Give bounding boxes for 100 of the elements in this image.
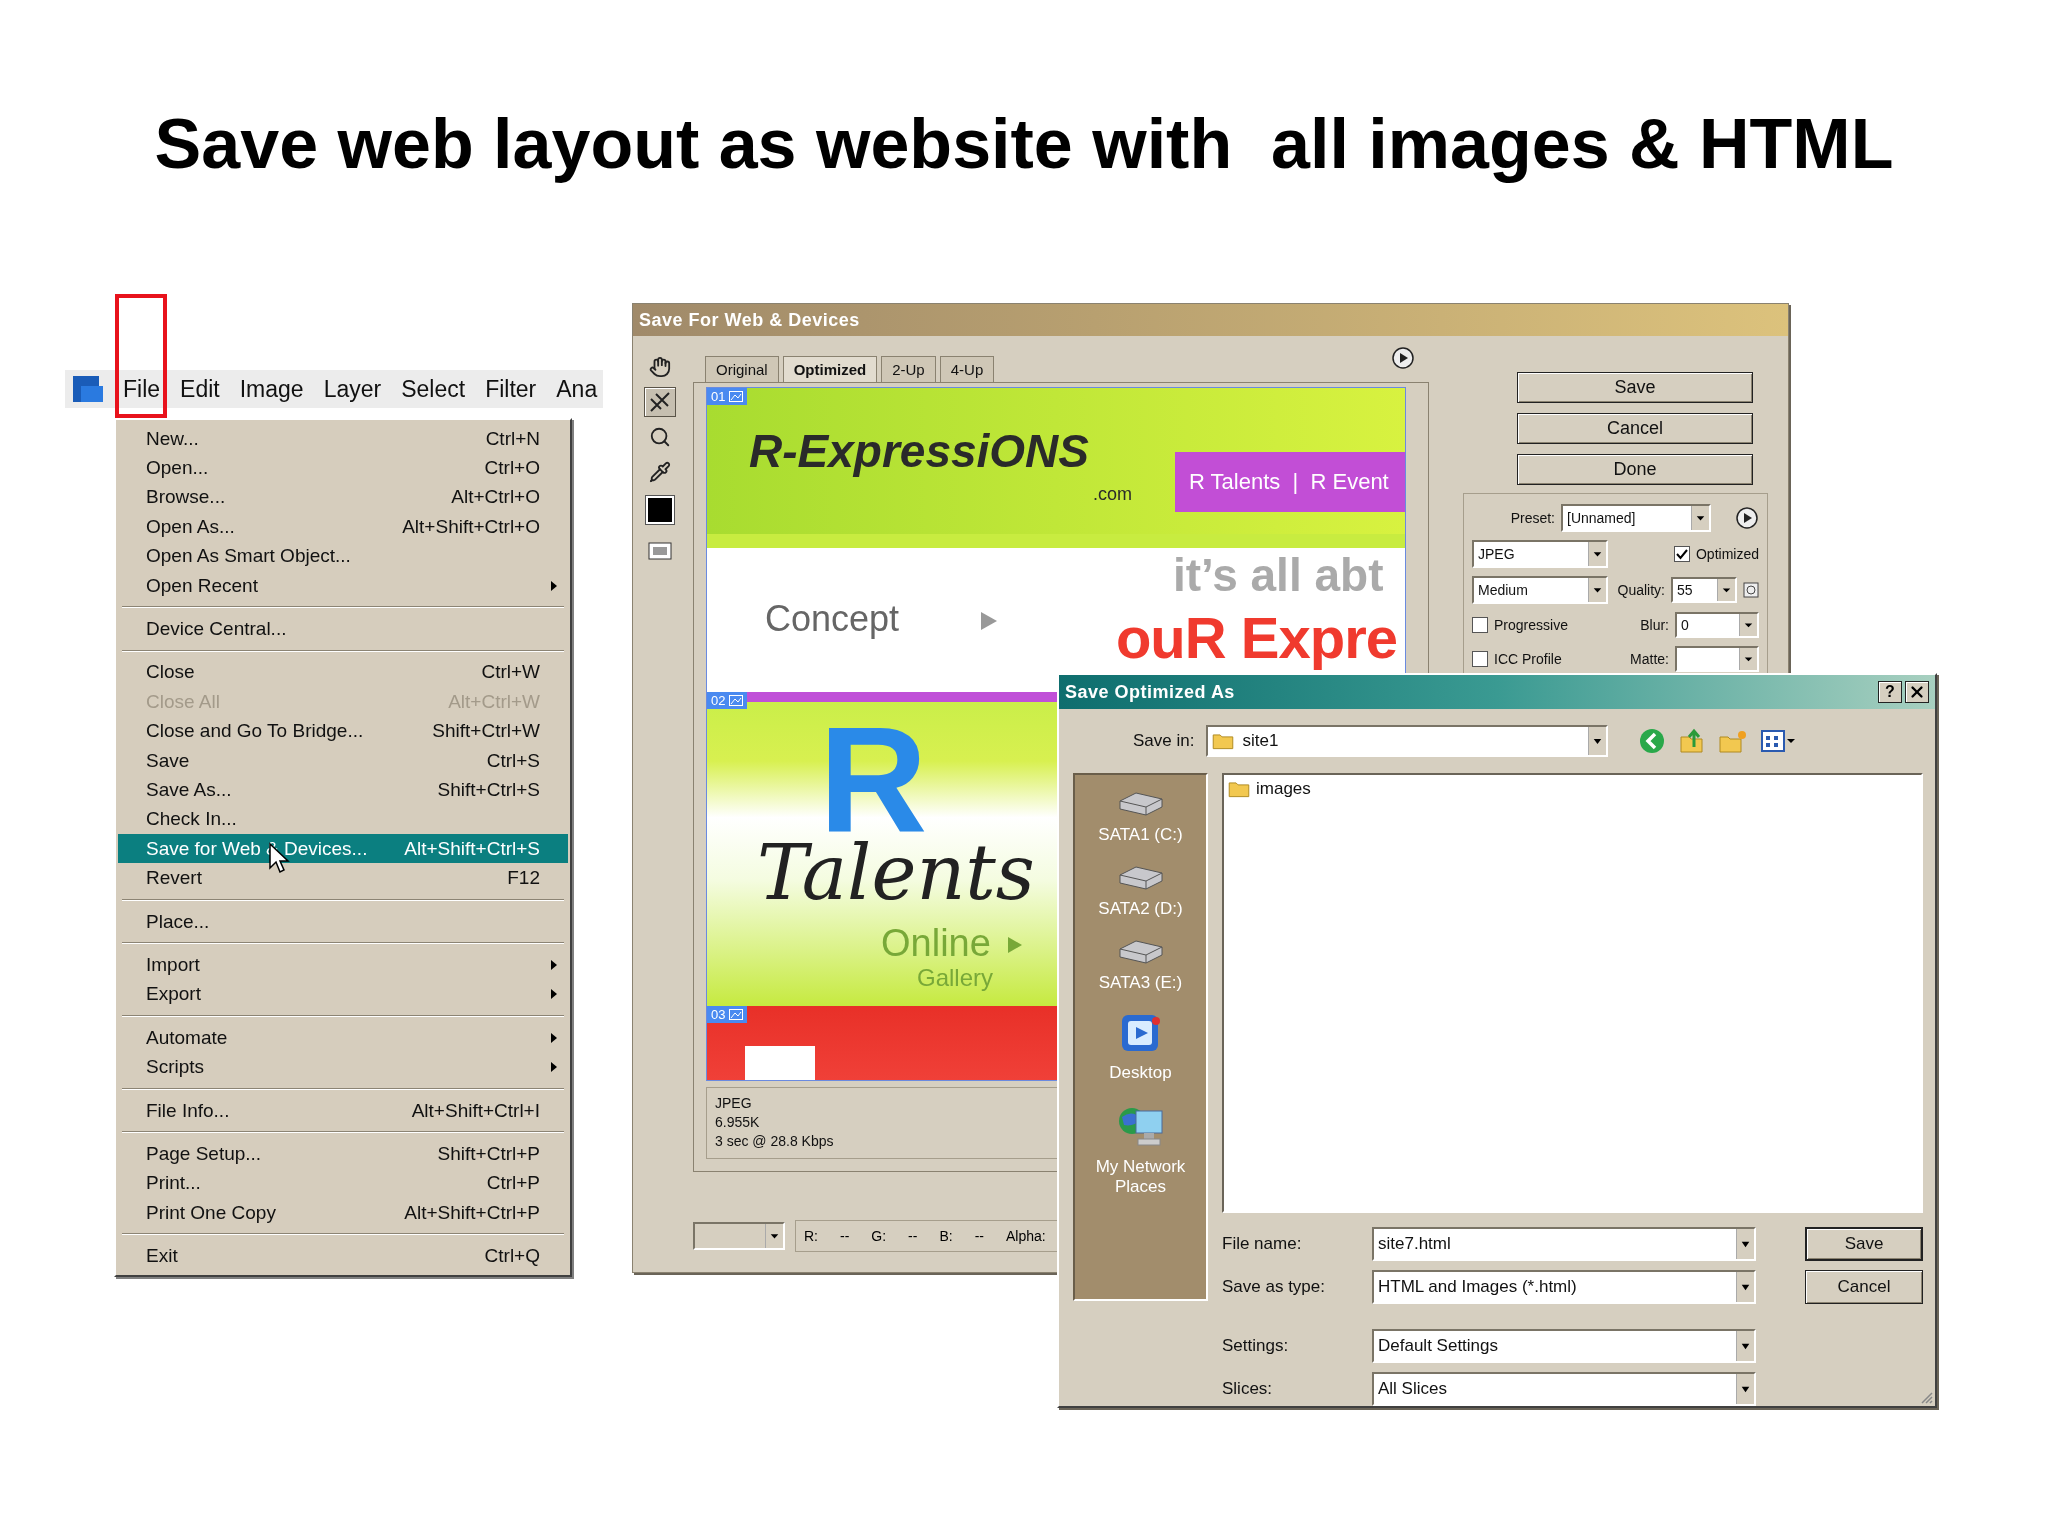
menu-bar-item[interactable]: Edit [180, 375, 220, 403]
menu-item[interactable]: Open As Smart Object... [118, 541, 568, 571]
view-tab[interactable]: 2-Up [881, 356, 936, 382]
slices-toggle-icon[interactable] [647, 540, 673, 562]
menu-item[interactable]: Page Setup... Shift+Ctrl+P [118, 1139, 568, 1169]
menu-item[interactable]: Export [118, 979, 568, 1010]
settings-menu-icon[interactable] [1735, 506, 1759, 530]
menu-item[interactable]: New... Ctrl+N [118, 424, 568, 454]
field-label: File name: [1222, 1234, 1303, 1254]
close-icon [1908, 683, 1926, 701]
close-button[interactable] [1905, 681, 1929, 703]
folder-entry[interactable]: images [1256, 779, 1311, 799]
preview-menu-icon[interactable] [1391, 346, 1415, 370]
readout-label: R: [804, 1228, 818, 1244]
dialog-button[interactable]: Cancel [1517, 413, 1753, 444]
help-button[interactable]: ? [1878, 681, 1902, 703]
back-icon[interactable] [1638, 727, 1667, 755]
menu-bar-item[interactable]: File [123, 375, 161, 403]
dropdown-field[interactable]: All Slices [1372, 1372, 1756, 1406]
dropdown-field[interactable]: Default Settings [1372, 1329, 1756, 1363]
checkbox[interactable] [1472, 617, 1488, 633]
menu-item[interactable]: Exit Ctrl+Q [118, 1241, 568, 1271]
logo-domain: .com [1093, 484, 1132, 505]
info-line: 3 sec @ 28.8 Kbps [715, 1132, 835, 1152]
menu-item[interactable]: Print One Copy Alt+Shift+Ctrl+P [118, 1198, 568, 1228]
menu-bar-item[interactable]: Layer [323, 375, 382, 403]
headline: ouR Expre [1115, 604, 1397, 671]
dialog-button[interactable]: Save [1805, 1227, 1923, 1261]
image-icon [729, 391, 744, 402]
save-in-dropdown[interactable]: site1 [1206, 725, 1609, 757]
checkbox-label: Progressive [1494, 617, 1568, 633]
image-icon [729, 1009, 744, 1021]
banner-shape [745, 1046, 815, 1081]
readout-value: -- [974, 1228, 984, 1244]
matte-dropdown[interactable] [1675, 646, 1759, 672]
readout-value: -- [908, 1228, 918, 1244]
checkbox[interactable] [1472, 651, 1488, 667]
app-icon [71, 374, 103, 404]
tagline: it’s all abt [1173, 548, 1384, 602]
dialog-button[interactable]: Cancel [1805, 1270, 1923, 1304]
menu-item[interactable]: Revert F12 [118, 863, 568, 893]
field-label: Quality: [1617, 582, 1665, 598]
site-logo: R-ExpressiONS [749, 424, 1089, 478]
zoom-dropdown[interactable] [693, 1222, 785, 1250]
menu-item[interactable]: Print... Ctrl+P [118, 1168, 568, 1198]
readout-label: Alpha: [1006, 1228, 1046, 1244]
field-label: Save in: [1133, 731, 1195, 751]
field-label: Save as type: [1222, 1277, 1326, 1297]
format-dropdown[interactable]: JPEG [1472, 540, 1608, 568]
blur-field[interactable]: 0 [1675, 612, 1759, 638]
menu-bar-item[interactable]: Ana [556, 375, 598, 403]
checkbox-label: Optimized [1695, 546, 1759, 562]
resize-grip-icon[interactable] [1919, 1390, 1933, 1404]
menu-item[interactable]: Close and Go To Bridge... Shift+Ctrl+W [118, 716, 568, 746]
quality-field[interactable]: 55 [1671, 577, 1737, 603]
menu-item[interactable]: Open Recent [118, 570, 568, 601]
field-label: Slices: [1222, 1379, 1274, 1399]
dialog-button[interactable]: Done [1517, 454, 1753, 485]
menu-item[interactable]: Browse... Alt+Ctrl+O [118, 482, 568, 513]
site-navigation[interactable]: R Talents | R Event [1175, 452, 1405, 512]
menu-item[interactable]: Save Ctrl+S [118, 745, 568, 776]
dialog-button[interactable]: Save [1517, 372, 1753, 403]
preset-dropdown[interactable]: [Unnamed] [1561, 504, 1711, 532]
slice-number: 01 [707, 388, 748, 405]
menu-bar-item[interactable]: Select [401, 375, 466, 403]
dropdown-field[interactable]: HTML and Images (*.html) [1372, 1270, 1756, 1304]
slice-number: 03 [707, 1006, 748, 1024]
menu-bar-item[interactable]: Filter [485, 375, 537, 403]
mask-icon[interactable] [1743, 582, 1759, 598]
field-label: Blur: [1640, 617, 1669, 633]
file-name-field[interactable]: site7.html [1372, 1227, 1756, 1261]
field-label: Settings: [1222, 1336, 1290, 1356]
menu-item[interactable]: Place... [118, 906, 568, 937]
view-menu-icon[interactable] [1760, 728, 1797, 754]
menu-item[interactable]: Check In... [118, 804, 568, 835]
menu-item[interactable]: Scripts [118, 1052, 568, 1082]
window-title: Save For Web & Devices [639, 309, 861, 331]
menu-item[interactable]: Open As... Alt+Shift+Ctrl+O [118, 512, 568, 542]
menu-item[interactable]: File Info... Alt+Shift+Ctrl+I [118, 1095, 568, 1126]
folder-icon [1228, 780, 1250, 798]
menu-item[interactable]: Automate [118, 1023, 568, 1053]
info-line: JPEG [715, 1094, 753, 1114]
menu-item[interactable]: Device Central... [118, 614, 568, 644]
slide-title: Save web layout as website with all images & HTML [153, 104, 1895, 184]
field-label: Matte: [1630, 651, 1669, 667]
menu-item[interactable]: Close Ctrl+W [118, 657, 568, 688]
image-icon [729, 694, 744, 706]
quality-dropdown[interactable]: Medium [1472, 576, 1608, 604]
readout-value: -- [840, 1228, 850, 1244]
view-tab[interactable]: 4-Up [939, 356, 995, 382]
view-tab[interactable]: Original [705, 356, 779, 382]
concept-link[interactable]: Concept [765, 598, 900, 640]
dialog-title: Save Optimized As [1065, 681, 1236, 703]
view-tab[interactable]: Optimized [782, 356, 878, 382]
checkbox-label: ICC Profile [1494, 651, 1562, 667]
menu-item[interactable]: Save As... Shift+Ctrl+S [118, 775, 568, 805]
menu-item[interactable]: Import [118, 950, 568, 980]
menu-item[interactable]: Open... Ctrl+O [118, 453, 568, 483]
checkbox[interactable] [1673, 546, 1690, 562]
menu-bar-item[interactable]: Image [239, 375, 304, 403]
